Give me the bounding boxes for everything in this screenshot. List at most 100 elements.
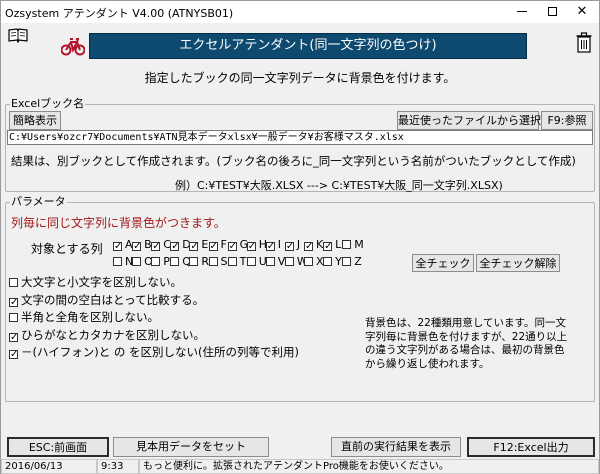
column-letter: L	[335, 238, 342, 251]
note-line: の違う文字列がある場合は、最初の背景色	[365, 344, 565, 356]
sample-data-button[interactable]: 見本用データをセット	[113, 437, 269, 457]
option-checkbox-3[interactable]: 半角と全角を区別しない。	[9, 309, 159, 325]
params-caption: 列毎に同じ文字列に背景色がつきます。	[11, 216, 226, 230]
option-checkbox-4[interactable]: ✓ ひらがなとカタカナを区別しない。	[9, 327, 205, 343]
checkbox-box	[342, 240, 352, 249]
column-checkbox-v[interactable]: V	[265, 255, 285, 268]
maximize-icon	[547, 7, 557, 16]
checkbox-box	[208, 257, 218, 266]
status-message: もっと便利に。拡張されたアテンダントPro機能をお使いください。	[139, 459, 599, 474]
checkbox-box	[170, 257, 180, 266]
recent-files-button[interactable]: 最近使ったファイルから選択	[397, 111, 541, 130]
option-checkbox-1[interactable]: 大文字と小文字を区別しない。	[9, 274, 182, 290]
column-checkbox-z[interactable]: Z	[342, 255, 362, 268]
minimize-button[interactable]	[507, 1, 537, 23]
checkbox-box	[189, 257, 199, 266]
column-letter: F	[220, 238, 227, 251]
checkbox-box: ✓	[284, 241, 295, 252]
status-date: 2016/06/13	[1, 459, 97, 474]
column-letter: Z	[354, 255, 362, 268]
maximize-button[interactable]	[537, 1, 567, 23]
checkbox-box	[265, 257, 275, 266]
checkbox-box: ✓	[227, 241, 237, 252]
column-letter: T	[239, 255, 247, 268]
checkbox-box: ✓	[189, 241, 199, 252]
column-checkbox-r[interactable]: R	[189, 255, 209, 268]
note-line: 字列毎に背景色を付けますが、22通り以上	[365, 330, 568, 343]
column-checkbox-e[interactable]: ✓ E	[189, 238, 209, 252]
excel-output-button[interactable]: F12:Excel出力	[467, 437, 595, 457]
checkbox-box: ✓	[323, 241, 333, 252]
bicycle-icon	[61, 38, 85, 56]
column-checkbox-m[interactable]: M	[342, 238, 364, 251]
example-text: 例）C:¥TEST¥大阪.XLSX ---> C:¥TEST¥大阪_同一文字列.…	[175, 179, 503, 192]
column-checkbox-k[interactable]: ✓ K	[304, 238, 323, 252]
parameters-group-label: パラメータ	[10, 195, 67, 208]
option-label: ひらがなとカタカナを区別しない。	[21, 327, 205, 342]
title-bar: Ozsystem アテンダント V4.00 (ATNYSB01) ✕	[1, 1, 599, 23]
checkbox-box	[304, 257, 313, 266]
checkbox-box	[132, 257, 142, 266]
checkbox-box	[151, 257, 161, 266]
option-label: 文字の間の空白はとって比較する。	[21, 292, 205, 307]
checkbox-box: ✓	[113, 241, 123, 252]
column-checkbox-j[interactable]: ✓ J	[284, 238, 301, 252]
excel-path-input[interactable]: C:¥Users¥ozcr7¥Documents¥ATN見本データxlsx¥一般…	[7, 130, 593, 145]
column-letter: J	[296, 238, 301, 251]
checkbox-box	[227, 257, 237, 266]
window-title: Ozsystem アテンダント V4.00 (ATNYSB01)	[5, 7, 234, 20]
column-letter: M	[354, 238, 364, 251]
checkbox-box: ✓	[9, 296, 19, 308]
checkbox-box: ✓	[9, 349, 19, 360]
column-letter: Y	[335, 255, 342, 268]
checkbox-box: ✓	[151, 241, 161, 252]
browse-button[interactable]: F9:参照	[541, 111, 593, 130]
option-label: －(ハイフォン)と の を区別しない(住所の列等で利用)	[21, 345, 300, 359]
column-checkbox-u[interactable]: U	[246, 255, 267, 268]
close-button[interactable]: ✕	[567, 1, 597, 23]
checkbox-box	[284, 257, 294, 266]
book-icon[interactable]	[7, 27, 29, 43]
checkbox-box	[9, 278, 18, 287]
option-label: 半角と全角を区別しない。	[21, 310, 159, 324]
trash-icon[interactable]	[576, 31, 592, 53]
column-checkbox-o[interactable]: O	[132, 255, 153, 268]
note-line: から繰り返し使われます。	[365, 357, 490, 370]
column-checkbox-l[interactable]: ✓ L	[323, 238, 342, 252]
column-checkbox-h[interactable]: ✓ H	[246, 238, 267, 252]
column-letter: E	[201, 238, 209, 251]
column-checkbox-c[interactable]: ✓ C	[151, 238, 171, 252]
checkbox-box: ✓	[246, 241, 257, 252]
checkbox-box: ✓	[9, 331, 19, 343]
checkbox-box: ✓	[208, 241, 218, 252]
checkbox-box: ✓	[265, 241, 276, 252]
status-time: 9:33	[97, 459, 139, 474]
option-checkbox-5[interactable]: ✓ －(ハイフォン)と の を区別しない(住所の列等で利用)	[9, 344, 299, 360]
background-color-note: 背景色は、22種類用意しています。同一文 字列毎に背景色を付けますが、22通り以…	[365, 317, 595, 371]
column-checkbox-d[interactable]: ✓ D	[170, 238, 191, 252]
uncheck-all-button[interactable]: 全チェック解除	[476, 254, 560, 272]
close-icon: ✕	[576, 4, 588, 19]
column-checkbox-b[interactable]: ✓ B	[132, 238, 152, 252]
column-checkbox-s[interactable]: S	[208, 255, 228, 268]
column-checkbox-t[interactable]: T	[227, 255, 247, 268]
checkbox-box	[342, 257, 352, 266]
column-checkbox-x[interactable]: X	[304, 255, 324, 268]
simple-display-button[interactable]: 簡略表示	[9, 111, 61, 130]
esc-button[interactable]: ESC:前画面	[7, 437, 109, 457]
status-bar: 2016/06/13 9:33 もっと便利に。拡張されたアテンダントPro機能を…	[1, 459, 599, 474]
minimize-icon	[517, 11, 527, 12]
column-checkbox-n[interactable]: N	[113, 255, 133, 268]
checkbox-box	[323, 257, 333, 266]
column-checkbox-g[interactable]: ✓ G	[227, 238, 248, 252]
column-checkbox-i[interactable]: ✓ I	[265, 238, 281, 252]
option-checkbox-2[interactable]: ✓ 文字の間の空白はとって比較する。	[9, 292, 204, 308]
column-checkbox-q[interactable]: Q	[170, 255, 191, 268]
check-all-button[interactable]: 全チェック	[412, 254, 474, 272]
column-checkbox-f[interactable]: ✓ F	[208, 238, 227, 252]
column-checkbox-a[interactable]: ✓ A	[113, 238, 133, 252]
column-letter: S	[220, 255, 228, 268]
show-last-result-button[interactable]: 直前の実行結果を表示	[331, 437, 461, 457]
column-checkbox-p[interactable]: P	[151, 255, 170, 268]
column-checkbox-y[interactable]: Y	[323, 255, 342, 268]
